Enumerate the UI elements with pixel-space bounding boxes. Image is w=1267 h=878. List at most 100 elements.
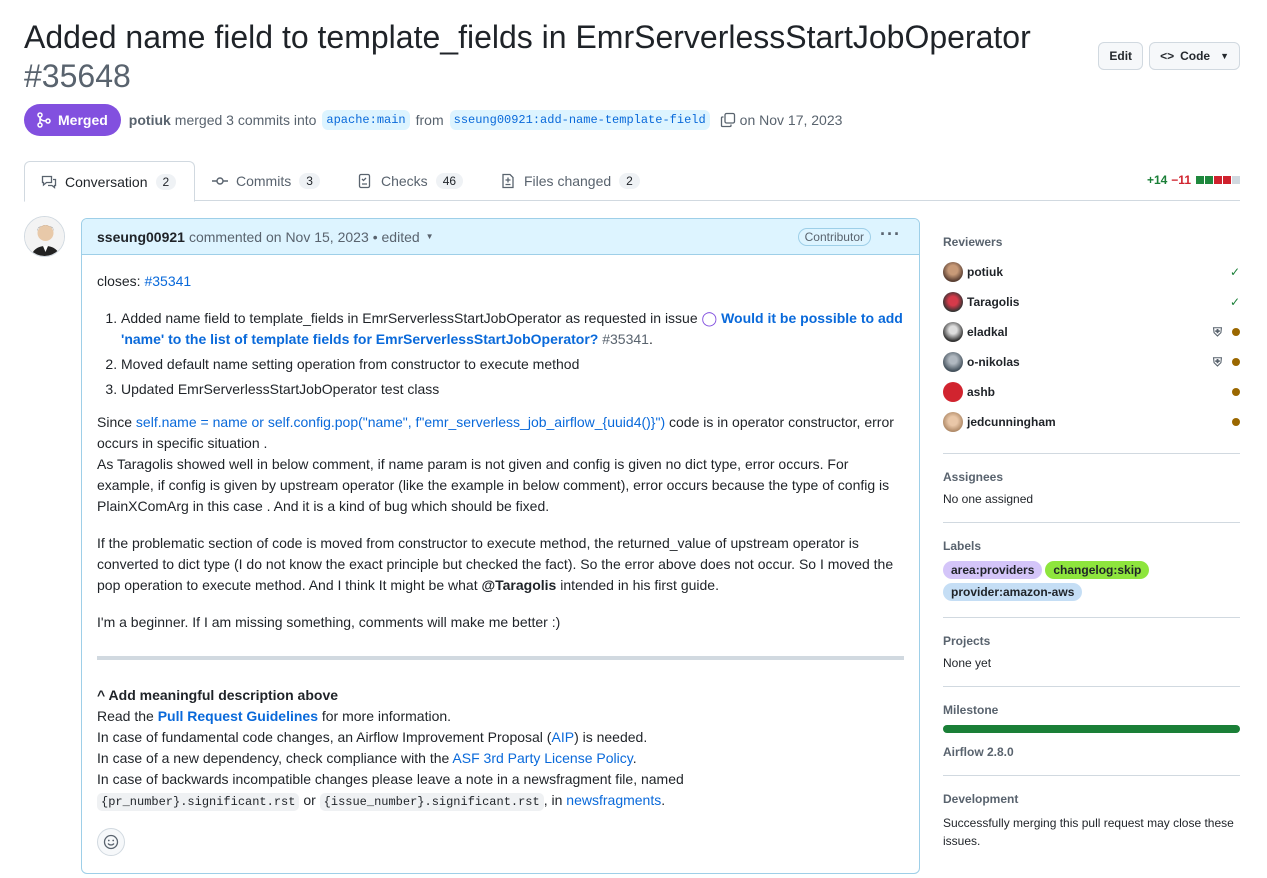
pending-dot-icon [1232, 418, 1240, 426]
commit-icon [212, 177, 228, 185]
user-mention[interactable]: @Taragolis [481, 577, 556, 593]
list-item: Updated EmrServerlessStartJobOperator te… [121, 379, 904, 400]
milestone-link[interactable]: Airflow 2.8.0 [943, 745, 1240, 759]
milestone-section: Milestone Airflow 2.8.0 [943, 687, 1240, 776]
projects-value: None yet [943, 656, 992, 670]
projects-heading[interactable]: Projects [943, 634, 1240, 648]
code-permalink[interactable]: self.name = name or self.config.pop("nam… [136, 414, 665, 430]
projects-section: Projects None yet [943, 618, 1240, 687]
paragraph: Since self.name = name or self.config.po… [97, 414, 894, 514]
footer-line: {pr_number}.significant.rst or {issue_nu… [97, 790, 904, 813]
merged-badge: Merged [24, 104, 121, 136]
diffstat: +14 −11 [1147, 173, 1240, 187]
tab-counter: 3 [299, 173, 320, 189]
pr-tabs: Conversation 2 Commits 3 Checks 46 Files… [24, 161, 1240, 202]
change-list: Added name field to template_fields in E… [121, 308, 904, 400]
footer-line: In case of a new dependency, check compl… [97, 750, 637, 766]
reviewer-row[interactable]: eladkal ⛨ [943, 317, 1240, 347]
avatar [943, 262, 963, 282]
labels-section: Labels area:providers changelog:skip prov… [943, 523, 1240, 618]
caret-down-icon[interactable]: ▼ [426, 232, 434, 241]
newsfragments-link[interactable]: newsfragments [566, 792, 661, 808]
pr-number: #35648 [24, 58, 131, 94]
closes-label: closes: [97, 273, 141, 289]
edit-button[interactable]: Edit [1098, 42, 1144, 70]
list-item: Moved default name setting operation fro… [121, 354, 904, 375]
add-reaction-button[interactable] [97, 828, 125, 856]
license-policy-link[interactable]: ASF 3rd Party License Policy [452, 750, 632, 766]
assignees-value: No one assigned [943, 492, 1034, 506]
tab-commits[interactable]: Commits 3 [196, 161, 336, 201]
merged-label: Merged [58, 112, 108, 128]
avatar [943, 322, 963, 342]
reviewer-row[interactable]: Taragolis ✓ [943, 287, 1240, 317]
label-badge[interactable]: changelog:skip [1045, 561, 1150, 579]
list-item: Added name field to template_fields in E… [121, 308, 904, 350]
check-icon: ✓ [1229, 265, 1240, 279]
merger-link[interactable]: potiuk [129, 112, 171, 128]
reviewer-row[interactable]: jedcunningham [943, 407, 1240, 437]
sidebar: Reviewers potiuk ✓ Taragolis ✓ eladkal ⛨… [943, 218, 1240, 866]
pending-dot-icon [1232, 358, 1240, 366]
tab-counter: 2 [619, 173, 640, 189]
smiley-icon [103, 834, 119, 850]
pr-meta: Merged potiuk merged 3 commits into apac… [24, 104, 842, 136]
reviewer-row[interactable]: potiuk ✓ [943, 257, 1240, 287]
development-section: Development Successfully merging this pu… [943, 776, 1240, 866]
development-heading[interactable]: Development [943, 792, 1240, 806]
tab-label: Conversation [65, 173, 148, 190]
reviewer-row[interactable]: ashb [943, 377, 1240, 407]
avatar [943, 412, 963, 432]
kebab-menu-icon[interactable]: ··· [880, 224, 901, 245]
assignees-heading[interactable]: Assignees [943, 470, 1240, 484]
from-text: from [415, 112, 444, 128]
merge-date: on Nov 17, 2023 [739, 112, 843, 128]
base-branch[interactable]: apache:main [322, 110, 410, 130]
pr-description-comment: sseung00921 commented on Nov 15, 2023 • … [81, 218, 920, 874]
label-badge[interactable]: area:providers [943, 561, 1043, 579]
tab-checks[interactable]: Checks 46 [341, 161, 479, 201]
additions-count: +14 [1146, 173, 1168, 187]
commenter-avatar[interactable] [24, 216, 65, 257]
copy-icon[interactable] [720, 112, 736, 128]
edited-label[interactable]: • edited [373, 229, 420, 245]
shield-icon: ⛨ [1212, 354, 1222, 369]
paragraph: I'm a beginner. If I am missing somethin… [97, 614, 561, 630]
footer-line: In case of backwards incompatible change… [97, 771, 684, 787]
guidelines-link[interactable]: Pull Request Guidelines [158, 708, 318, 724]
tab-files-changed[interactable]: Files changed 2 [484, 161, 656, 201]
avatar [943, 352, 963, 372]
merge-text: merged 3 commits into [174, 112, 317, 128]
code-icon: <> [1160, 49, 1175, 63]
footer-heading: ^ Add meaningful description above [97, 687, 339, 703]
issue-ref[interactable]: #35341 [602, 331, 649, 347]
checklist-icon [358, 173, 371, 189]
assignees-section: Assignees No one assigned [943, 454, 1240, 523]
avatar [943, 382, 963, 402]
footer-line: In case of fundamental code changes, an … [97, 729, 648, 745]
merge-icon [37, 112, 51, 128]
code-snippet: {pr_number}.significant.rst [97, 793, 300, 811]
code-button[interactable]: <> Code ▼ [1149, 42, 1240, 70]
tab-counter: 46 [435, 173, 464, 189]
development-text: Successfully merging this pull request m… [943, 816, 1234, 848]
aip-link[interactable]: AIP [551, 729, 574, 745]
contributor-badge: Contributor [797, 228, 871, 246]
label-badge[interactable]: provider:amazon-aws [943, 583, 1083, 601]
tab-conversation[interactable]: Conversation 2 [24, 161, 195, 202]
file-diff-icon [502, 173, 514, 189]
tab-label: Checks [381, 173, 428, 189]
issue-closed-icon: ◯ [701, 310, 718, 326]
reviewers-section: Reviewers potiuk ✓ Taragolis ✓ eladkal ⛨… [943, 218, 1240, 454]
tab-label: Files changed [524, 173, 612, 189]
closes-issue-link[interactable]: #35341 [144, 273, 191, 289]
labels-heading[interactable]: Labels [943, 539, 1240, 553]
check-icon: ✓ [1229, 295, 1240, 309]
reviewer-row[interactable]: o-nikolas ⛨ [943, 347, 1240, 377]
comment-meta[interactable]: commented on Nov 15, 2023 [189, 229, 369, 245]
pending-dot-icon [1232, 388, 1240, 396]
head-branch[interactable]: sseung00921:add-name-template-field [449, 110, 710, 130]
comment-author[interactable]: sseung00921 [97, 229, 185, 245]
footer-line: Read the Pull Request Guidelines for mor… [97, 708, 452, 724]
milestone-heading[interactable]: Milestone [943, 703, 1240, 717]
